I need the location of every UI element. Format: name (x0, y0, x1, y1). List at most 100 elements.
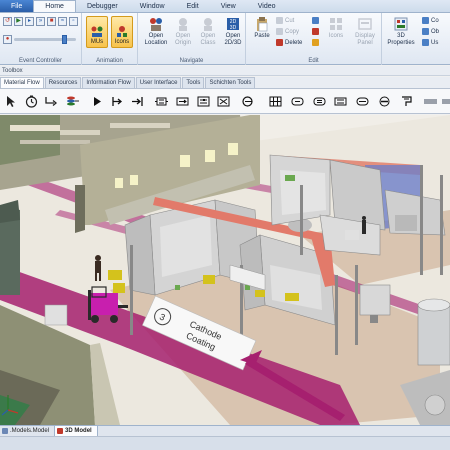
workbench (44, 304, 68, 326)
source-tool[interactable] (65, 94, 80, 109)
edit-icons-label: Icons (328, 33, 344, 39)
event-controller-tool[interactable] (24, 94, 39, 109)
assembly-tool[interactable] (196, 94, 211, 109)
tab-information-flow[interactable]: Information Flow (82, 77, 135, 88)
edit-icons-button[interactable]: Icons (324, 16, 348, 40)
cut-button[interactable]: Cut (276, 17, 294, 24)
reset-button[interactable]: ↺ (3, 17, 12, 26)
parallel-proc-tool[interactable] (130, 94, 145, 109)
edit-label: Edit (308, 58, 319, 64)
menu-bar: File Home Debugger Window Edit View Vide… (0, 0, 450, 13)
paste-button[interactable]: Paste (250, 16, 274, 40)
doctab-3d-model[interactable]: 3D Model (55, 426, 98, 436)
co-button[interactable]: Co (422, 17, 439, 24)
open-location-label: Open Location (144, 33, 168, 46)
edit-icons-icon (330, 18, 342, 30)
toolbox-tabs: Material Flow Resources Information Flow… (0, 77, 450, 88)
copy-button[interactable]: Copy (276, 28, 299, 35)
toolbox-strip (0, 88, 450, 114)
mus-toggle-button[interactable]: MUs (86, 16, 108, 48)
us-label: Us (431, 39, 439, 46)
open-origin-label: Open Origin (174, 33, 191, 46)
open-location-button[interactable]: Open Location (143, 16, 169, 46)
turntable-icon (242, 96, 253, 107)
worker-tool[interactable] (377, 94, 392, 109)
clipboard-icon (257, 17, 268, 32)
animation-label: Animation (96, 58, 123, 64)
step-button[interactable]: ▸ (25, 17, 34, 26)
tab-resources[interactable]: Resources (44, 77, 82, 88)
open-class-label: Open Class (200, 33, 216, 46)
3d-view-icon (57, 428, 64, 434)
menu-tab-debugger[interactable]: Debugger (76, 0, 129, 12)
dismantle-icon (217, 96, 230, 107)
model-frame-icon (2, 428, 8, 434)
fast-button[interactable]: » (36, 17, 45, 26)
transfer-icon (334, 97, 347, 106)
record-button[interactable]: ● (3, 35, 12, 44)
two-lane-track-tool[interactable] (312, 94, 327, 109)
edit-small-2-button[interactable] (312, 28, 321, 35)
storage-tool[interactable] (268, 94, 283, 109)
menu-tab-file[interactable]: File (0, 0, 34, 12)
document-tabs: .Models.Model 3D Model (0, 425, 450, 436)
menu-tab-edit[interactable]: Edit (176, 0, 210, 12)
open-class-button[interactable]: Open Class (196, 16, 220, 46)
settings-button[interactable]: ▫ (69, 17, 78, 26)
tab-schichten-tools[interactable]: Schichten Tools (205, 77, 256, 88)
menu-tab-video[interactable]: Video (247, 0, 287, 12)
tab-tools[interactable]: Tools (182, 77, 205, 88)
dismantle-tool[interactable] (216, 94, 231, 109)
menu-tab-home[interactable]: Home (33, 0, 76, 12)
buffer-tool[interactable] (154, 94, 169, 109)
svg-text:3D: 3D (230, 25, 237, 31)
open-origin-button[interactable]: Open Origin (171, 16, 195, 46)
copy-icon (276, 28, 283, 35)
doctab-3d-model-label: 3D Model (65, 428, 92, 434)
track-tool[interactable] (290, 94, 305, 109)
marker-icon (312, 28, 319, 35)
icons-toggle-button[interactable]: Icons (111, 16, 133, 48)
us-button[interactable]: Us (422, 39, 438, 46)
3d-properties-label: 3D Properties (387, 33, 415, 46)
pointer-tool[interactable] (3, 94, 18, 109)
open-2d3d-button[interactable]: 2D 3D Open 2D/3D (221, 16, 245, 46)
start-button[interactable]: ▶ (14, 17, 23, 26)
cut-label: Cut (285, 17, 295, 24)
conveyor-icon (176, 97, 189, 106)
display-panel-button[interactable]: Display Panel (350, 16, 380, 46)
3d-properties-button[interactable]: 3D Properties (384, 16, 418, 46)
tab-user-interface[interactable]: User Interface (135, 77, 182, 88)
ob-button[interactable]: Ob (422, 28, 439, 35)
two-lane-track-icon (313, 97, 326, 106)
edit-small-3-button[interactable] (312, 39, 321, 46)
factory-scene: 3 Cathode Coating (0, 115, 450, 425)
drain-tool[interactable] (90, 94, 105, 109)
open-origin-icon (179, 18, 187, 31)
flow-control-tool[interactable] (399, 94, 414, 109)
worker-icon (379, 96, 390, 107)
mus-icon (91, 26, 103, 37)
frame2-tool[interactable] (441, 94, 450, 109)
3d-viewport[interactable]: 3 Cathode Coating (0, 115, 450, 425)
connector-tool[interactable] (44, 94, 59, 109)
edit-small-1-button[interactable] (312, 17, 321, 24)
tab-material-flow[interactable]: Material Flow (0, 77, 44, 88)
menu-tab-window[interactable]: Window (129, 0, 176, 12)
line-tool[interactable] (175, 94, 190, 109)
turntable-tool[interactable] (240, 94, 255, 109)
transfer-tool[interactable] (333, 94, 348, 109)
event-controller-group: ↺ ▶ ▸ » ■ ≈ ▫ ● Event Controller (0, 13, 82, 65)
menu-tab-view[interactable]: View (210, 0, 247, 12)
event-controller-label: Event Controller (18, 58, 63, 64)
frame-tool[interactable] (423, 94, 438, 109)
single-proc-tool[interactable] (110, 94, 125, 109)
doctab-models-model[interactable]: .Models.Model (0, 426, 56, 436)
display-panel-icon (358, 18, 372, 30)
stop-button[interactable]: ■ (47, 17, 56, 26)
status-bar (0, 436, 450, 450)
line-transport-tool[interactable] (355, 94, 370, 109)
slow-button[interactable]: ≈ (58, 17, 67, 26)
speed-slider-thumb[interactable] (62, 35, 67, 44)
delete-button[interactable]: Delete (276, 39, 302, 46)
